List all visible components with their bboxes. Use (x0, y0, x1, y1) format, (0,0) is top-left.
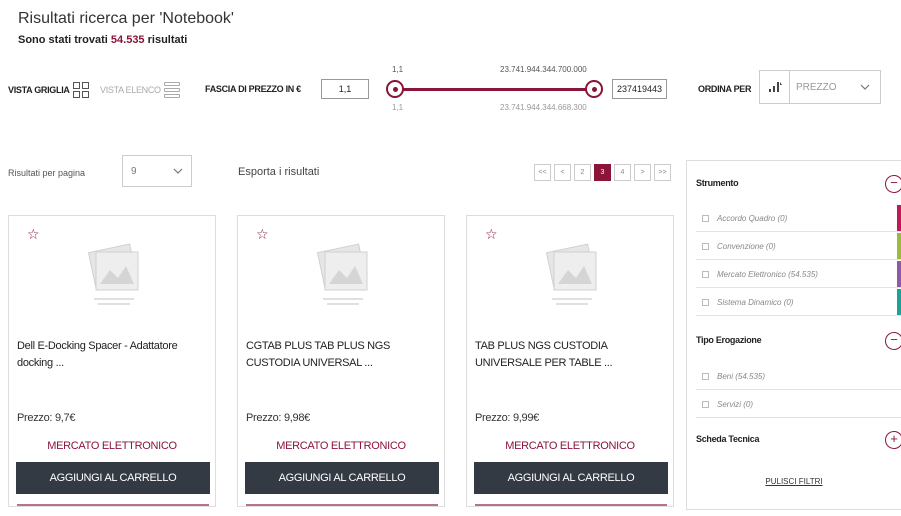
product-price: Prezzo: 9,99€ (475, 412, 539, 424)
product-card: ☆ Dell E-Docking Spacer - Adattatore doc… (8, 215, 216, 507)
card-divider (246, 504, 438, 506)
page-prev-button[interactable]: < (554, 164, 571, 181)
page-last-button[interactable]: >> (654, 164, 671, 181)
pagination: << < 2 3 4 > >> (534, 164, 671, 181)
product-card: ☆ TAB PLUS NGS CUSTODIA UNIVERSALE PER T… (466, 215, 674, 507)
collapse-minus-icon[interactable]: − (885, 332, 901, 350)
filter-option[interactable]: Accordo Quadro (0) (696, 205, 901, 232)
chevron-down-icon (173, 166, 183, 177)
export-results-link[interactable]: Esporta i risultati (238, 166, 319, 178)
slider-max-label-bottom: 23.741.944.344.668.300 (500, 103, 587, 112)
checkbox[interactable] (702, 400, 709, 408)
collapse-minus-icon[interactable]: − (885, 175, 901, 193)
add-to-cart-button[interactable]: AGGIUNGI AL CARRELLO (16, 462, 210, 494)
product-channel: MERCATO ELETTRONICO (505, 440, 635, 452)
slider-max-label-top: 23.741.944.344.700.000 (500, 65, 587, 74)
filter-option-label: Beni (54.535) (717, 371, 766, 381)
page-title: Risultati ricerca per 'Notebook' (18, 10, 234, 27)
category-color-bar (897, 261, 901, 287)
product-name[interactable]: CGTAB PLUS TAB PLUS NGS CUSTODIA UNIVERS… (246, 338, 438, 372)
product-channel: MERCATO ELETTRONICO (47, 440, 177, 452)
product-name[interactable]: Dell E-Docking Spacer - Adattatore docki… (17, 338, 209, 372)
results-count-prefix: Sono stati trovati (18, 34, 108, 46)
price-max-input[interactable]: 237419443 (612, 79, 667, 99)
category-color-bar (897, 205, 901, 231)
view-grid-label: VISTA GRIGLIA (8, 85, 70, 95)
clear-filters-link[interactable]: PULISCI FILTRI (687, 477, 901, 486)
filter-option-label: Mercato Elettronico (54.535) (717, 269, 818, 279)
page-button[interactable]: 2 (574, 164, 591, 181)
product-price: Prezzo: 9,7€ (17, 412, 76, 424)
sort-ascending-icon[interactable] (760, 71, 790, 103)
price-range-label: FASCIA DI PREZZO IN € (205, 84, 301, 94)
price-slider-max-handle[interactable] (585, 80, 603, 98)
chevron-down-icon (860, 82, 880, 93)
filter-option[interactable]: Sistema Dinamico (0) (696, 289, 901, 316)
grid-view-icon (72, 82, 89, 98)
price-slider-min-handle[interactable] (386, 80, 404, 98)
page-button-active[interactable]: 3 (594, 164, 611, 181)
list-view-icon (163, 82, 180, 98)
filters-panel: Strumento − Accordo Quadro (0) Convenzio… (686, 160, 901, 510)
page-button[interactable]: 4 (614, 164, 631, 181)
results-count-value: 54.535 (110, 34, 145, 46)
product-name[interactable]: TAB PLUS NGS CUSTODIA UNIVERSALE PER TAB… (475, 338, 667, 372)
card-divider (17, 504, 209, 506)
filter-strumento-title: Strumento (696, 178, 739, 188)
per-page-value: 9 (131, 165, 137, 177)
checkbox[interactable] (702, 298, 709, 306)
filter-option-label: Accordo Quadro (0) (717, 213, 788, 223)
filter-option[interactable]: Beni (54.535) (696, 363, 901, 390)
page-first-button[interactable]: << (534, 164, 551, 181)
view-grid-toggle[interactable]: VISTA GRIGLIA (8, 82, 89, 98)
image-placeholder-icon (87, 243, 139, 305)
slider-min-label-top: 1,1 (392, 65, 404, 74)
favorite-star-icon[interactable]: ☆ (27, 226, 40, 243)
per-page-label: Risultati per pagina (8, 168, 86, 178)
favorite-star-icon[interactable]: ☆ (256, 226, 269, 243)
view-list-toggle[interactable]: VISTA ELENCO (100, 82, 180, 98)
filter-option-label: Convenzione (0) (717, 241, 776, 251)
page-next-button[interactable]: > (634, 164, 651, 181)
results-count-suffix: risultati (147, 34, 188, 46)
category-color-bar (897, 289, 901, 315)
price-slider-track[interactable] (395, 88, 595, 91)
sort-select[interactable]: PREZZO (759, 70, 881, 104)
checkbox[interactable] (702, 214, 709, 222)
slider-min-label-bottom: 1,1 (392, 103, 404, 112)
product-card: ☆ CGTAB PLUS TAB PLUS NGS CUSTODIA UNIVE… (237, 215, 445, 507)
category-color-bar (897, 233, 901, 259)
checkbox[interactable] (702, 372, 709, 380)
filter-option[interactable]: Servizi (0) (696, 391, 901, 418)
filter-option-label: Servizi (0) (717, 399, 754, 409)
card-divider (475, 504, 667, 506)
sort-label: ORDINA PER (698, 84, 752, 94)
filter-tipo-erogazione-title: Tipo Erogazione (696, 335, 762, 345)
filter-option[interactable]: Mercato Elettronico (54.535) (696, 261, 901, 288)
favorite-star-icon[interactable]: ☆ (485, 226, 498, 243)
view-list-label: VISTA ELENCO (100, 85, 161, 95)
product-price: Prezzo: 9,98€ (246, 412, 310, 424)
add-to-cart-button[interactable]: AGGIUNGI AL CARRELLO (245, 462, 439, 494)
toolbar: VISTA GRIGLIA VISTA ELENCO FASCIA DI PRE… (0, 56, 901, 126)
filter-option[interactable]: Convenzione (0) (696, 233, 901, 260)
image-placeholder-icon (316, 243, 368, 305)
per-page-select[interactable]: 9 (122, 155, 192, 187)
add-to-cart-button[interactable]: AGGIUNGI AL CARRELLO (474, 462, 668, 494)
results-count: Sono stati trovati 54.535 risultati (18, 34, 187, 46)
checkbox[interactable] (702, 270, 709, 278)
filter-scheda-tecnica-title: Scheda Tecnica (696, 434, 760, 444)
checkbox[interactable] (702, 242, 709, 250)
filter-option-label: Sistema Dinamico (0) (717, 297, 794, 307)
image-placeholder-icon (545, 243, 597, 305)
expand-plus-icon[interactable]: + (885, 431, 901, 449)
price-min-input[interactable]: 1,1 (321, 79, 369, 99)
product-channel: MERCATO ELETTRONICO (276, 440, 406, 452)
sort-value: PREZZO (796, 81, 837, 93)
